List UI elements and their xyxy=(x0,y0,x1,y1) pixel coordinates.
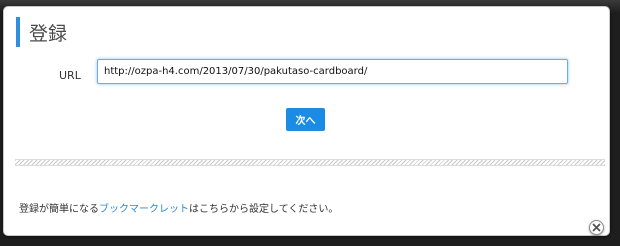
bookmarklet-hint-after: はこちらから設定してください。 xyxy=(189,204,339,215)
section-divider xyxy=(15,159,605,166)
url-input[interactable] xyxy=(97,59,568,84)
register-dialog: 登録 URL 次へ 登録が簡単になるブックマークレットはこちらから設定してくださ… xyxy=(3,6,610,236)
url-label: URL xyxy=(59,69,81,82)
dialog-title-bar: 登録 xyxy=(16,17,67,47)
bookmarklet-hint-before: 登録が簡単になる xyxy=(19,204,99,215)
bookmarklet-link[interactable]: ブックマークレット xyxy=(99,204,189,215)
close-icon xyxy=(592,223,601,232)
bookmarklet-hint: 登録が簡単になるブックマークレットはこちらから設定してください。 xyxy=(19,200,338,215)
close-button[interactable] xyxy=(589,220,604,235)
dialog-title: 登録 xyxy=(29,22,68,45)
next-button[interactable]: 次へ xyxy=(286,108,325,131)
